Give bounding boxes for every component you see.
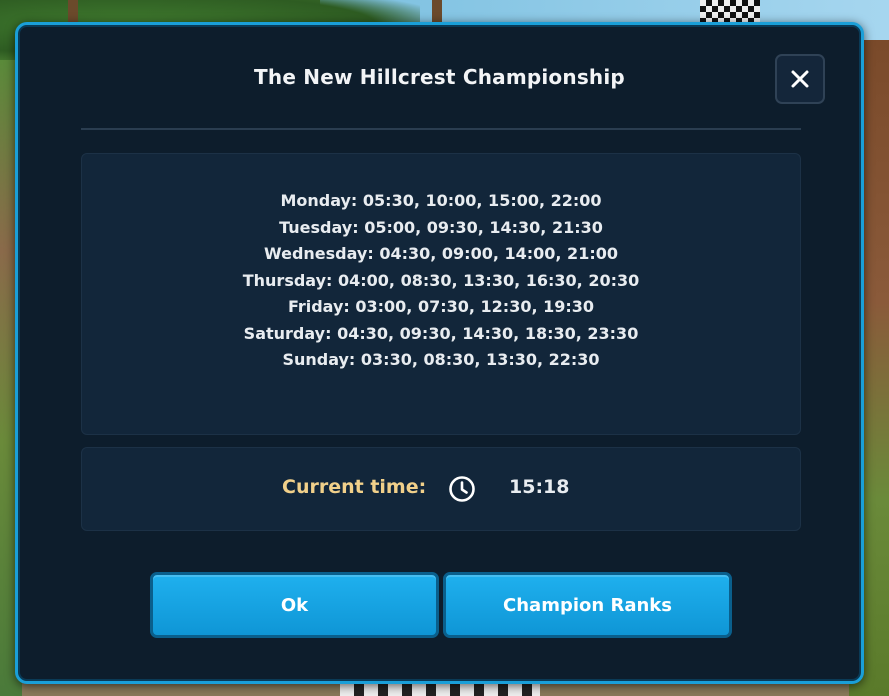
schedule-line-thursday: Thursday: 04:00, 08:30, 13:30, 16:30, 20…: [242, 270, 640, 290]
championship-dialog: The New Hillcrest Championship Monday: 0…: [15, 22, 864, 684]
schedule-line-friday: Friday: 03:00, 07:30, 12:30, 19:30: [287, 297, 595, 316]
clock-icon: [449, 476, 475, 502]
schedule-line-tuesday: Tuesday: 05:00, 09:30, 14:30, 21:30: [279, 217, 603, 237]
close-button[interactable]: [775, 54, 825, 104]
schedule-panel: Monday: 05:30, 10:00, 15:00, 22:00 Tuesd…: [81, 153, 801, 435]
game-scene: The New Hillcrest Championship Monday: 0…: [0, 0, 889, 696]
schedule-line-monday: Monday: 05:30, 10:00, 15:00, 22:00: [280, 191, 602, 210]
title-divider: [81, 128, 801, 130]
champion-ranks-button[interactable]: Champion Ranks: [443, 572, 732, 638]
current-time-label: Current time:: [282, 476, 427, 498]
background-checkered-flag: [700, 0, 760, 24]
close-icon: [791, 70, 809, 88]
dialog-title: The New Hillcrest Championship: [254, 65, 625, 89]
schedule-list: Monday: 05:30, 10:00, 15:00, 22:00 Tuesd…: [82, 188, 800, 374]
ok-button[interactable]: Ok: [150, 572, 439, 638]
schedule-line-wednesday: Wednesday: 04:30, 09:00, 14:00, 21:00: [264, 244, 618, 263]
current-time-value: 15:18: [509, 476, 570, 498]
current-time-panel: Current time: 15:18: [81, 447, 801, 531]
schedule-line-saturday: Saturday: 04:30, 09:30, 14:30, 18:30, 23…: [243, 323, 639, 343]
schedule-line-sunday: Sunday: 03:30, 08:30, 13:30, 22:30: [282, 350, 600, 369]
